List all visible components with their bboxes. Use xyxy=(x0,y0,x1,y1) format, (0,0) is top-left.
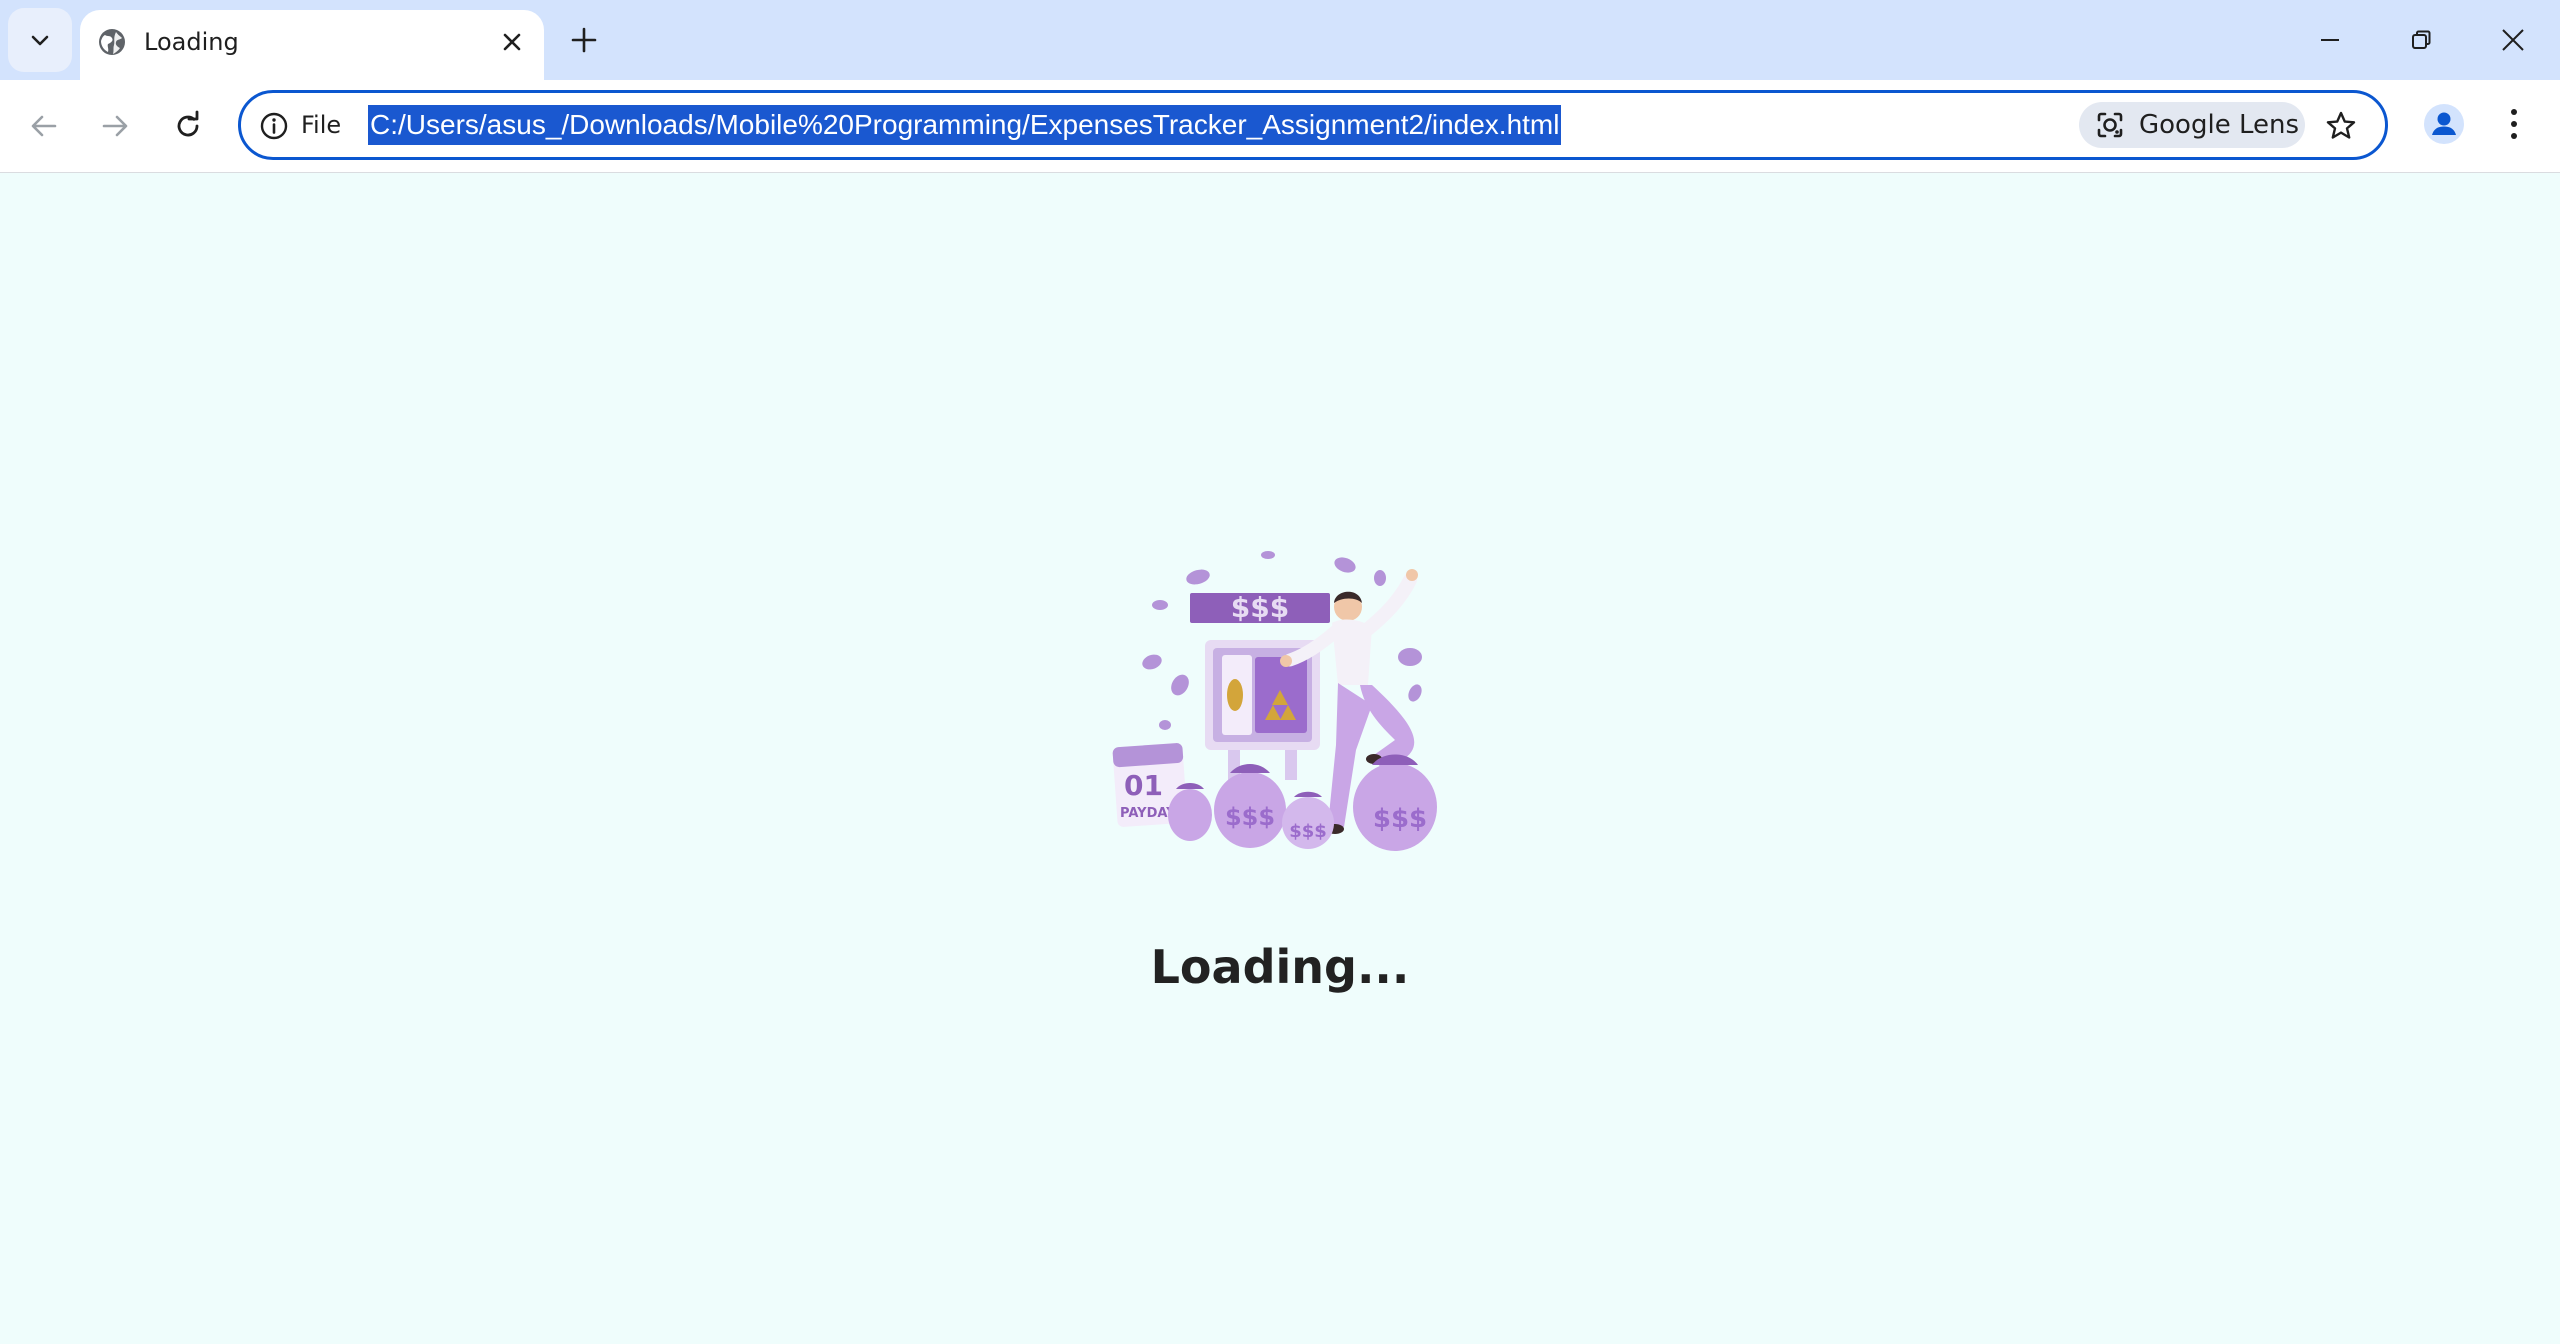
active-tab[interactable]: Loading xyxy=(80,10,544,80)
bag-lettering: $$$ xyxy=(1225,803,1275,831)
calendar-payday-lettering: PAYDAY xyxy=(1120,806,1176,821)
reload-icon xyxy=(177,110,199,137)
restore-icon xyxy=(2412,30,2431,49)
close-icon xyxy=(2502,29,2524,51)
minimize-icon xyxy=(2321,39,2339,41)
forward-button[interactable] xyxy=(91,102,139,150)
reload-button[interactable] xyxy=(164,102,212,150)
person-icon xyxy=(2424,104,2464,144)
payday-money-illustration: $$$ 01 PAYDAY $$$ $$$ $$$ xyxy=(1112,551,1437,851)
banner-lettering: $$$ xyxy=(1231,591,1289,624)
plus-icon xyxy=(571,27,597,53)
calendar-lettering: 01 xyxy=(1124,769,1163,802)
new-tab-button[interactable] xyxy=(560,20,608,60)
chevron-down-icon xyxy=(31,35,49,46)
tab-title: Loading xyxy=(144,28,239,56)
site-scheme-label[interactable]: File xyxy=(301,108,341,142)
window-close-button[interactable] xyxy=(2483,10,2543,70)
close-icon xyxy=(503,33,521,51)
loading-text: Loading... xyxy=(1150,940,1410,994)
arrow-left-icon xyxy=(31,115,57,137)
google-lens-button[interactable]: Google Lens xyxy=(2079,102,2305,148)
profile-button[interactable] xyxy=(2422,102,2466,146)
kebab-menu-icon xyxy=(2511,109,2517,139)
url-text[interactable]: C:/Users/asus_/Downloads/Mobile%20Progra… xyxy=(368,105,1562,145)
bookmark-button[interactable] xyxy=(2319,104,2363,148)
camera-lens-icon xyxy=(2097,112,2123,138)
browser-menu-button[interactable] xyxy=(2492,102,2536,146)
google-lens-label: Google Lens xyxy=(2139,110,2299,140)
restore-button[interactable] xyxy=(2391,10,2451,70)
arrow-right-icon xyxy=(102,115,128,137)
star-icon xyxy=(2326,111,2356,139)
tab-search-button[interactable] xyxy=(8,8,72,72)
tab-strip: Loading xyxy=(0,0,2560,80)
info-icon[interactable] xyxy=(259,111,289,141)
address-bar[interactable]: File C:/Users/asus_/Downloads/Mobile%20P… xyxy=(238,90,2388,160)
svg-text:$$$: $$$ xyxy=(1373,804,1427,834)
globe-icon xyxy=(99,29,125,55)
tab-close-button[interactable] xyxy=(494,24,530,60)
minimize-button[interactable] xyxy=(2300,10,2360,70)
svg-text:$$$: $$$ xyxy=(1289,821,1327,842)
back-button[interactable] xyxy=(20,102,68,150)
browser-toolbar: File C:/Users/asus_/Downloads/Mobile%20P… xyxy=(0,80,2560,173)
